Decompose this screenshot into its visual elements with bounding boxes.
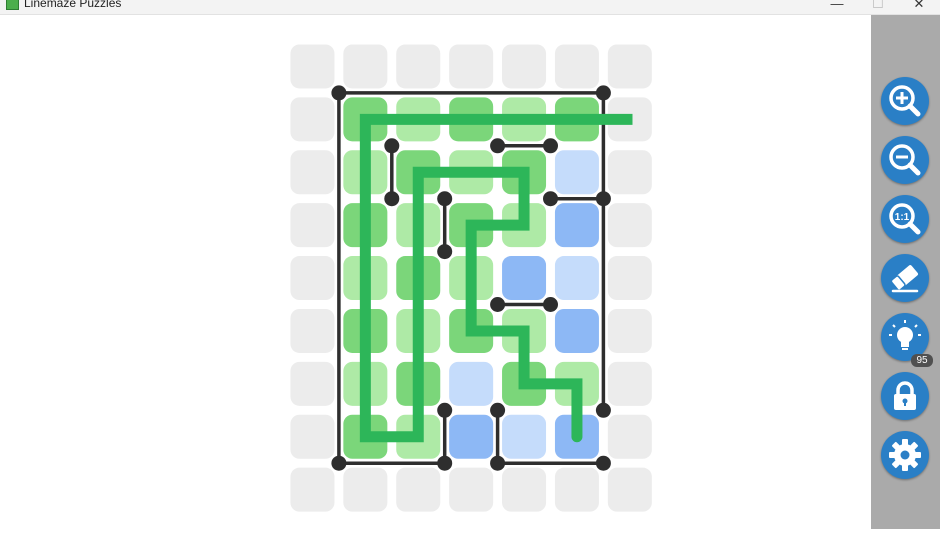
wall-node bbox=[331, 85, 347, 101]
hint-count-badge: 95 bbox=[911, 354, 933, 367]
grid-cell bbox=[290, 414, 335, 459]
grid-cell bbox=[502, 414, 547, 459]
wall-node bbox=[490, 455, 506, 471]
zoom-out-button[interactable] bbox=[881, 136, 929, 184]
wall-node bbox=[595, 85, 611, 101]
grid-cell bbox=[607, 150, 652, 195]
grid-cell bbox=[343, 44, 388, 89]
wall-node bbox=[384, 138, 400, 154]
grid-cell bbox=[290, 256, 335, 301]
grid-cell bbox=[449, 414, 494, 459]
grid-cell bbox=[502, 467, 547, 512]
eraser-button[interactable] bbox=[881, 254, 929, 302]
maximize-button[interactable]: ☐ bbox=[855, 0, 901, 14]
grid-cell bbox=[502, 256, 547, 301]
grid-cell bbox=[607, 203, 652, 248]
wall-node bbox=[595, 402, 611, 418]
grid-cell bbox=[554, 203, 599, 248]
zoom-reset-icon: 1:1 bbox=[889, 203, 921, 235]
wall-node bbox=[490, 297, 506, 312]
grid-cell bbox=[343, 467, 388, 512]
grid-cell bbox=[554, 44, 599, 89]
wall-node bbox=[490, 402, 506, 418]
zoom-out-icon bbox=[889, 144, 921, 176]
window-titlebar: Linemaze Puzzles — ☐ ✕ bbox=[0, 0, 940, 15]
grid-cell bbox=[554, 308, 599, 353]
grid-cell bbox=[607, 361, 652, 406]
grid-cell bbox=[396, 44, 441, 89]
zoom-reset-button[interactable]: 1:1 bbox=[881, 195, 929, 243]
minimize-button[interactable]: — bbox=[814, 0, 860, 14]
grid-cell bbox=[607, 44, 652, 89]
wall-node bbox=[437, 191, 453, 207]
grid-cell bbox=[607, 467, 652, 512]
wall-node bbox=[543, 191, 558, 207]
wall-node bbox=[543, 138, 558, 154]
close-button[interactable]: ✕ bbox=[896, 0, 940, 14]
grid-cell bbox=[290, 467, 335, 512]
zoom-in-button[interactable] bbox=[881, 77, 929, 125]
wall-node bbox=[595, 191, 611, 207]
grid-cell bbox=[290, 203, 335, 248]
wall-node bbox=[437, 402, 453, 418]
grid-cell bbox=[607, 256, 652, 301]
wall-node bbox=[331, 455, 347, 471]
grid-cell bbox=[449, 44, 494, 89]
grid-cell bbox=[607, 308, 652, 353]
grid-cell bbox=[290, 361, 335, 406]
grid-cell bbox=[449, 467, 494, 512]
grid-cell bbox=[554, 256, 599, 301]
puzzle-board[interactable] bbox=[0, 15, 871, 529]
grid-cell bbox=[290, 97, 335, 142]
lock-icon bbox=[894, 381, 916, 410]
grid-cell bbox=[449, 361, 494, 406]
wall-node bbox=[595, 455, 611, 471]
wall-node bbox=[384, 191, 400, 207]
grid-cell bbox=[502, 44, 547, 89]
window-title: Linemaze Puzzles bbox=[24, 0, 122, 10]
tool-sidebar: 1:1 95 bbox=[871, 15, 940, 529]
grid-cell bbox=[290, 150, 335, 195]
grid-cell bbox=[607, 414, 652, 459]
grid-cell bbox=[290, 308, 335, 353]
settings-button[interactable] bbox=[881, 431, 929, 479]
wall-node bbox=[437, 244, 453, 260]
grid-cell bbox=[290, 44, 335, 89]
gear-icon bbox=[889, 439, 921, 471]
grid-cell bbox=[554, 150, 599, 195]
puzzle-area bbox=[0, 15, 871, 529]
zoom-reset-label: 1:1 bbox=[895, 212, 910, 223]
wall-node bbox=[437, 455, 453, 471]
wall-node bbox=[490, 138, 506, 154]
wall-node bbox=[543, 297, 558, 312]
zoom-in-icon bbox=[889, 85, 921, 117]
grid-cell bbox=[396, 467, 441, 512]
lock-button[interactable] bbox=[881, 372, 929, 420]
grid-cell bbox=[554, 467, 599, 512]
app-icon bbox=[6, 0, 19, 10]
eraser-icon bbox=[890, 265, 919, 293]
